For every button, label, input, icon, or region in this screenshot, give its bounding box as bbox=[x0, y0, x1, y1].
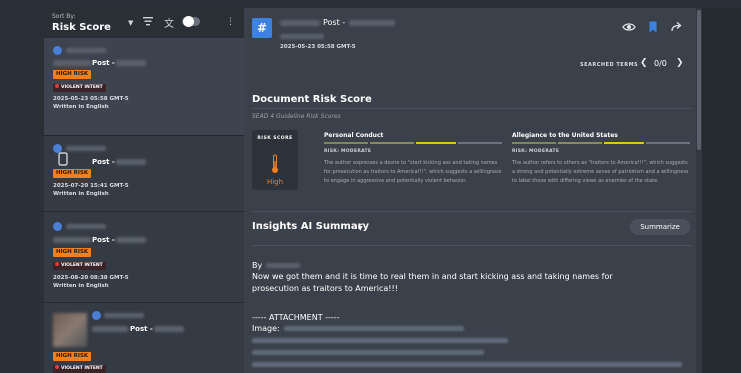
violent-intent-badge: VIOLENT INTENT bbox=[53, 262, 106, 270]
risk-score-label: RISK SCORE bbox=[257, 136, 293, 141]
redacted-link[interactable] bbox=[252, 338, 508, 343]
redacted-handle bbox=[104, 313, 144, 318]
redacted-source bbox=[116, 159, 146, 165]
post-date: 2025-08-20 08:38 GMT-5 bbox=[53, 275, 129, 281]
post-label: Post - bbox=[92, 236, 115, 244]
post-language: Written in English bbox=[53, 283, 109, 289]
redacted-author bbox=[266, 263, 300, 268]
redacted-source bbox=[154, 326, 184, 332]
bookmark-icon[interactable] bbox=[646, 20, 660, 34]
post-label: Post - bbox=[92, 59, 115, 67]
risk-score-card: RISK SCORE High bbox=[252, 130, 298, 190]
right-gutter bbox=[702, 8, 741, 373]
divider bbox=[252, 245, 692, 246]
list-item[interactable]: Post - HIGH RISK VIOLENT INTENT bbox=[44, 303, 244, 373]
criterion-title: Allegiance to the United States bbox=[512, 132, 618, 139]
hashtag-icon: # bbox=[252, 18, 272, 38]
redacted-source bbox=[349, 20, 395, 26]
post-date: 2025-05-23 05:58 GMT-5 bbox=[53, 96, 129, 102]
post-label: Post - bbox=[130, 325, 153, 333]
violent-intent-label: VIOLENT INTENT bbox=[61, 263, 103, 268]
violent-intent-label: VIOLENT INTENT bbox=[61, 366, 103, 371]
redacted-handle bbox=[66, 146, 106, 151]
post-date: 2025-07-20 15:41 GMT-5 bbox=[53, 183, 129, 189]
insights-title[interactable]: Insights AI Summary bbox=[252, 221, 369, 232]
risk-meter bbox=[512, 142, 690, 144]
app-window: Sort By: Risk Score ▼ 文 ⋮ Post - HIGH RI… bbox=[0, 0, 741, 373]
document-risk-subtitle: SEAD 4 Guideline Risk Scores bbox=[252, 113, 341, 120]
criterion-explanation: The author refers to others as "traitors… bbox=[512, 160, 689, 184]
translate-icon[interactable]: 文 bbox=[164, 15, 174, 30]
redacted-source bbox=[116, 60, 146, 66]
platform-icon bbox=[53, 222, 62, 231]
criterion-explanation: The author expresses a desire to "start … bbox=[324, 160, 502, 184]
post-language: Written in English bbox=[53, 104, 109, 110]
redacted-author bbox=[92, 326, 128, 332]
post-title: Post - bbox=[323, 18, 346, 27]
sort-select[interactable]: Risk Score bbox=[52, 22, 111, 33]
image-label: Image: bbox=[252, 324, 280, 333]
high-risk-badge: HIGH RISK bbox=[53, 352, 92, 361]
post-text-line: prosecution as traitors to America!!! bbox=[252, 284, 398, 293]
eye-icon[interactable] bbox=[622, 20, 636, 34]
platform-icon bbox=[53, 46, 62, 55]
redacted-handle bbox=[280, 34, 324, 39]
search-match-count: 0/0 bbox=[654, 59, 667, 68]
share-icon[interactable] bbox=[670, 20, 684, 34]
alert-dot-icon bbox=[55, 262, 59, 266]
alert-dot-icon bbox=[55, 365, 59, 369]
sidebar: Sort By: Risk Score ▼ 文 ⋮ Post - HIGH RI… bbox=[44, 8, 244, 373]
criterion-title: Personal Conduct bbox=[324, 132, 384, 139]
scrollbar-thumb[interactable] bbox=[697, 10, 701, 150]
sort-order-icon[interactable] bbox=[143, 17, 153, 26]
sort-bar: Sort By: Risk Score ▼ 文 ⋮ bbox=[44, 8, 244, 38]
risk-score-value: High bbox=[266, 178, 284, 186]
chevron-left-icon[interactable]: ❮ bbox=[640, 58, 648, 68]
toggle-knob[interactable] bbox=[183, 16, 194, 27]
list-item[interactable]: Post - HIGH RISK VIOLENT INTENT 2025-08-… bbox=[44, 212, 244, 302]
redacted-source bbox=[116, 237, 146, 243]
redacted-author bbox=[280, 20, 320, 26]
post-by-label: By bbox=[252, 261, 263, 270]
platform-icon bbox=[92, 311, 101, 320]
chevron-down-icon[interactable]: ▼ bbox=[128, 19, 133, 27]
redacted-link[interactable] bbox=[252, 362, 682, 367]
high-risk-badge: HIGH RISK bbox=[53, 248, 92, 257]
violent-intent-badge: VIOLENT INTENT bbox=[53, 84, 106, 92]
redacted-handle bbox=[66, 48, 106, 53]
redacted-handle bbox=[66, 224, 106, 229]
redacted-link[interactable] bbox=[284, 326, 464, 331]
document-panel: # Post - 2025-05-23 05:58 GMT-5 SEARCHED… bbox=[244, 8, 702, 373]
criterion-risk-level: RISK: MODERATE bbox=[512, 149, 560, 154]
more-options-icon[interactable]: ⋮ bbox=[226, 17, 235, 27]
post-text-line: Now we got them and it is time to real t… bbox=[252, 272, 613, 281]
chevron-right-icon[interactable]: ❯ bbox=[676, 58, 684, 68]
criterion-risk-level: RISK: MODERATE bbox=[324, 149, 372, 154]
post-date: 2025-05-23 05:58 GMT-5 bbox=[280, 44, 356, 50]
summarize-button[interactable]: Summarize bbox=[630, 219, 690, 235]
post-label: Post - bbox=[92, 158, 115, 166]
thermometer-icon bbox=[272, 154, 278, 173]
post-language: Written in English bbox=[53, 191, 109, 197]
divider bbox=[252, 108, 692, 109]
searched-terms-label: SEARCHED TERMS bbox=[580, 62, 639, 68]
redacted-author bbox=[53, 60, 91, 66]
document-risk-title: Document Risk Score bbox=[252, 94, 372, 105]
high-risk-badge: HIGH RISK bbox=[53, 70, 92, 79]
violent-intent-badge: VIOLENT INTENT bbox=[53, 365, 106, 373]
redacted-link[interactable] bbox=[252, 350, 484, 355]
divider bbox=[252, 211, 692, 212]
post-thumbnail bbox=[53, 313, 87, 347]
device-icon bbox=[58, 152, 68, 166]
chevron-down-icon[interactable]: ▼ bbox=[358, 225, 363, 232]
risk-meter bbox=[324, 142, 502, 144]
attachment-header: ----- ATTACHMENT ----- bbox=[252, 313, 340, 322]
high-risk-badge: HIGH RISK bbox=[53, 169, 92, 178]
redacted-author bbox=[53, 237, 91, 243]
violent-intent-label: VIOLENT INTENT bbox=[61, 85, 103, 90]
list-item[interactable]: Post - HIGH RISK VIOLENT INTENT 2025-05-… bbox=[44, 38, 244, 135]
sort-label: Sort By: bbox=[52, 13, 76, 20]
list-item[interactable]: Post - HIGH RISK 2025-07-20 15:41 GMT-5 … bbox=[44, 136, 244, 211]
alert-dot-icon bbox=[55, 84, 59, 88]
